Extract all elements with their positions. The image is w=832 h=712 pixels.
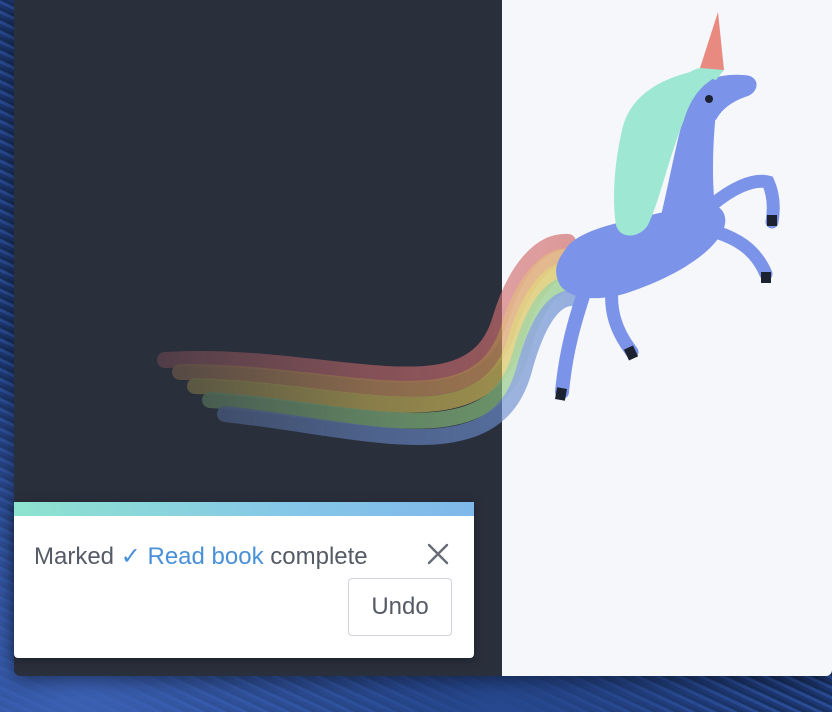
toast-accent-bar — [14, 502, 474, 516]
task-link[interactable]: Read book — [147, 543, 263, 570]
toast-message: Marked ✓ Read book complete — [34, 542, 368, 571]
check-icon: ✓ — [120, 543, 141, 570]
toast-prefix: Marked — [34, 543, 115, 570]
close-icon[interactable] — [424, 540, 452, 568]
toast-suffix: complete — [270, 543, 368, 570]
content-pane — [502, 0, 832, 676]
undo-button[interactable]: Undo — [348, 578, 452, 636]
task-completed-toast: Marked ✓ Read book complete Undo — [14, 502, 474, 658]
